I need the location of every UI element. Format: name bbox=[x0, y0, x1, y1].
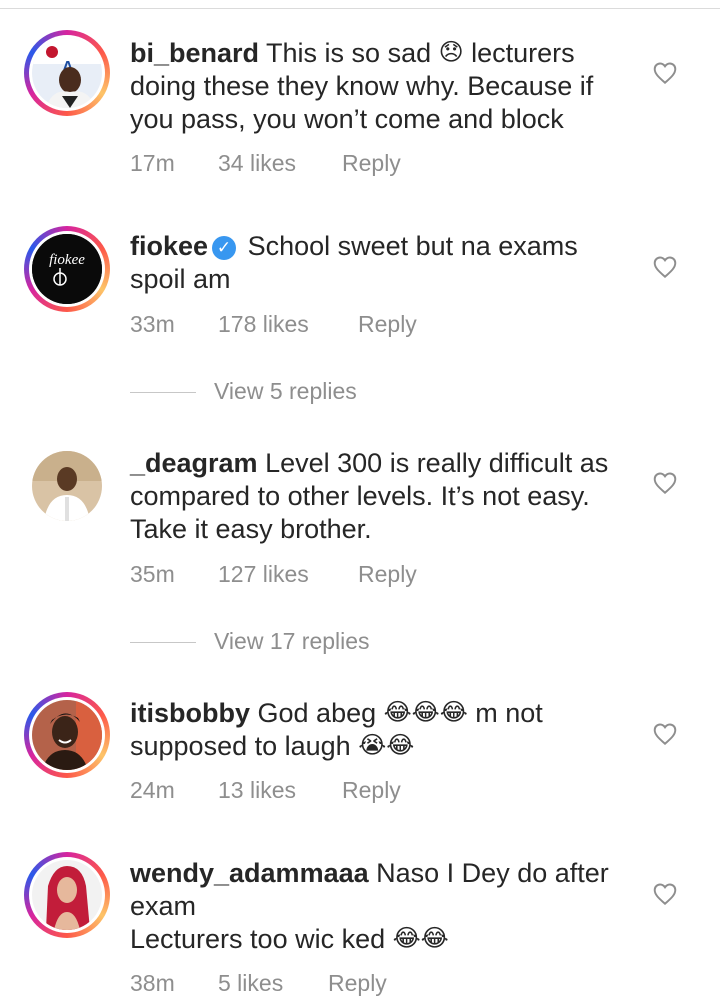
comment-meta: 17m 34 likes Reply bbox=[130, 150, 401, 177]
comment-text: This is so sad bbox=[266, 38, 439, 68]
sad-face-emoji: 😞 bbox=[438, 39, 464, 66]
heart-outline-icon[interactable] bbox=[652, 60, 678, 86]
comment-username[interactable]: itisbobby bbox=[130, 698, 250, 728]
comment-likes[interactable]: 178 likes bbox=[218, 311, 358, 338]
comment-text: God abeg bbox=[257, 698, 384, 728]
comment-meta: 35m 127 likes Reply bbox=[130, 561, 417, 588]
comment-time: 35m bbox=[130, 561, 175, 587]
avatar-container[interactable] bbox=[24, 443, 110, 529]
brand-logo-text: fiokee bbox=[49, 252, 85, 268]
story-ring-avatar[interactable]: fiokee bbox=[24, 226, 110, 312]
comment-username[interactable]: wendy_adammaaa bbox=[130, 858, 369, 888]
reply-button[interactable]: Reply bbox=[358, 311, 417, 338]
avatar: fiokee bbox=[32, 234, 102, 304]
story-ring-avatar[interactable] bbox=[24, 692, 110, 778]
view-replies-button[interactable]: View 5 replies bbox=[130, 378, 357, 405]
story-ring-avatar[interactable]: A bbox=[24, 30, 110, 116]
reply-button[interactable]: Reply bbox=[342, 777, 401, 804]
comment-likes[interactable]: 127 likes bbox=[218, 561, 358, 588]
laughing-emoji: 😂😂😂 bbox=[383, 699, 468, 726]
avatar bbox=[32, 700, 102, 770]
view-replies-label: View 5 replies bbox=[214, 378, 357, 404]
heart-outline-icon[interactable] bbox=[652, 881, 678, 907]
comment-body: _deagram Level 300 is really difficult a… bbox=[130, 447, 630, 546]
comment-body: bi_benard This is so sad 😞 lecturers doi… bbox=[130, 37, 630, 136]
comment-time: 24m bbox=[130, 777, 175, 803]
comment-time: 17m bbox=[130, 150, 175, 176]
comment-username[interactable]: _deagram bbox=[130, 448, 258, 478]
crying-laughing-emoji: 😭😂 bbox=[358, 732, 415, 759]
avatar bbox=[32, 860, 102, 930]
divider-line bbox=[130, 642, 196, 644]
divider-line bbox=[130, 392, 196, 394]
heart-outline-icon[interactable] bbox=[652, 254, 678, 280]
comment-body: itisbobby God abeg 😂😂😂 m not supposed to… bbox=[130, 697, 630, 763]
comment-time: 33m bbox=[130, 311, 175, 337]
comment-likes[interactable]: 34 likes bbox=[218, 150, 342, 177]
comment-body: wendy_adammaaa Naso I Dey do after exam … bbox=[130, 857, 630, 956]
avatar bbox=[32, 451, 102, 521]
comment-meta: 24m 13 likes Reply bbox=[130, 777, 401, 804]
view-replies-button[interactable]: View 17 replies bbox=[130, 628, 370, 655]
comment-text: Lecturers too wic ked bbox=[130, 924, 393, 954]
comment-username[interactable]: bi_benard bbox=[130, 38, 259, 68]
avatar: A bbox=[32, 38, 102, 108]
comment-body: fiokee ✓ School sweet but na exams spoil … bbox=[130, 230, 630, 296]
comment-username[interactable]: fiokee bbox=[130, 231, 208, 261]
comment-meta: 33m 178 likes Reply bbox=[130, 311, 417, 338]
laughing-emoji: 😂😂 bbox=[392, 925, 449, 952]
story-ring-avatar[interactable] bbox=[24, 852, 110, 938]
reply-button[interactable]: Reply bbox=[342, 150, 401, 177]
comment-likes[interactable]: 13 likes bbox=[218, 777, 342, 804]
heart-outline-icon[interactable] bbox=[652, 470, 678, 496]
top-divider bbox=[0, 8, 720, 9]
heart-outline-icon[interactable] bbox=[652, 721, 678, 747]
view-replies-label: View 17 replies bbox=[214, 628, 370, 654]
reply-button[interactable]: Reply bbox=[358, 561, 417, 588]
verified-badge-icon: ✓ bbox=[212, 236, 237, 260]
